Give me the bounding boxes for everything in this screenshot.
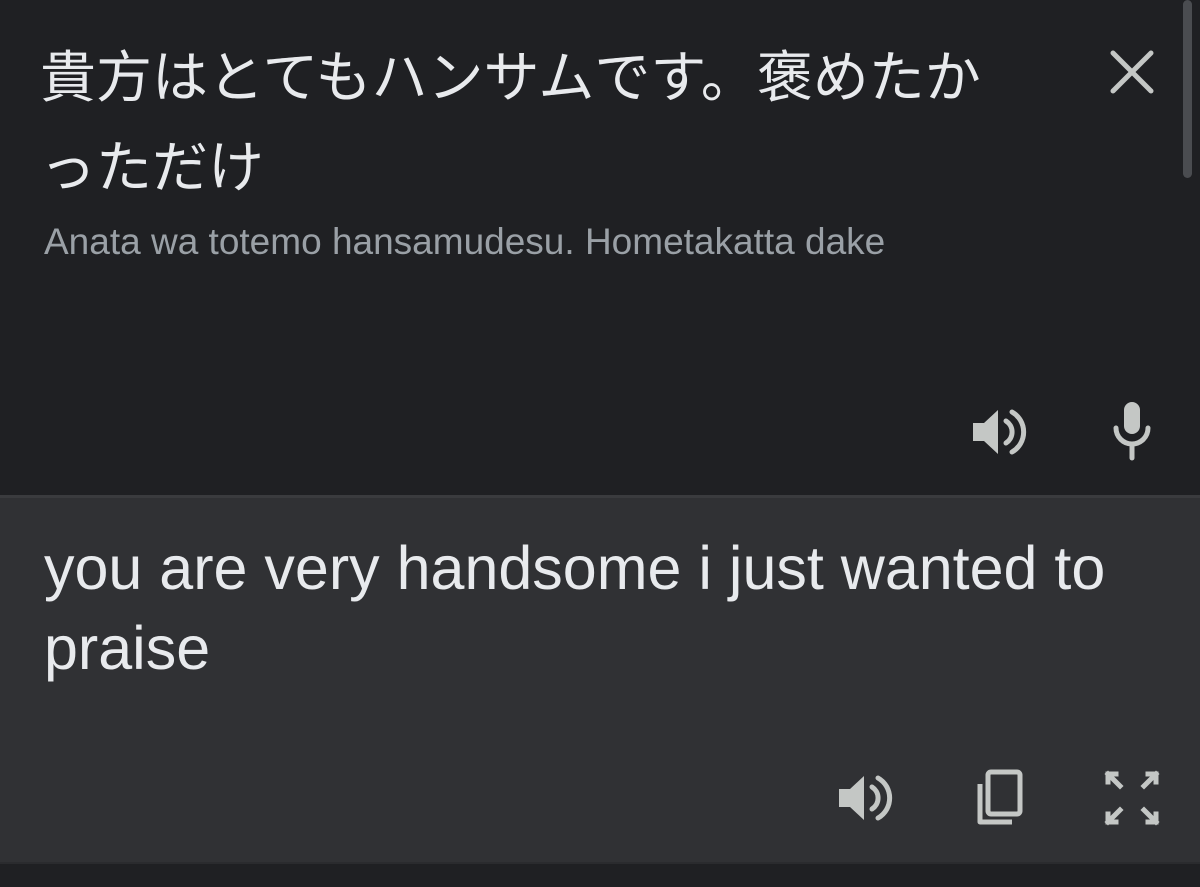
translate-screen: 貴方はとてもハンサムです。褒めたかっただけ Anata wa totemo ha… [0,0,1200,887]
close-button[interactable] [1100,40,1164,104]
volume-icon [973,409,1027,455]
scrollbar[interactable] [1183,0,1192,178]
copy-icon [977,769,1023,825]
translation-panel: you are very handsome i just wanted to p… [0,498,1200,862]
translation-text[interactable]: you are very handsome i just wanted to p… [44,528,1154,688]
source-listen-button[interactable] [962,396,1034,468]
translation-listen-button[interactable] [828,762,900,834]
volume-icon [839,775,893,821]
close-icon [1110,50,1154,94]
microphone-icon [1113,402,1151,461]
copy-button[interactable] [962,762,1034,834]
source-text[interactable]: 貴方はとてもハンサムです。褒めたかっただけ [40,34,1000,214]
source-panel: 貴方はとてもハンサムです。褒めたかっただけ Anata wa totemo ha… [0,0,1200,495]
fullscreen-icon [1104,770,1160,826]
microphone-button[interactable] [1096,396,1168,468]
romanization-text: Anata wa totemo hansamudesu. Hometakatta… [44,221,886,262]
fullscreen-button[interactable] [1096,762,1168,834]
bottom-bar [0,862,1200,887]
